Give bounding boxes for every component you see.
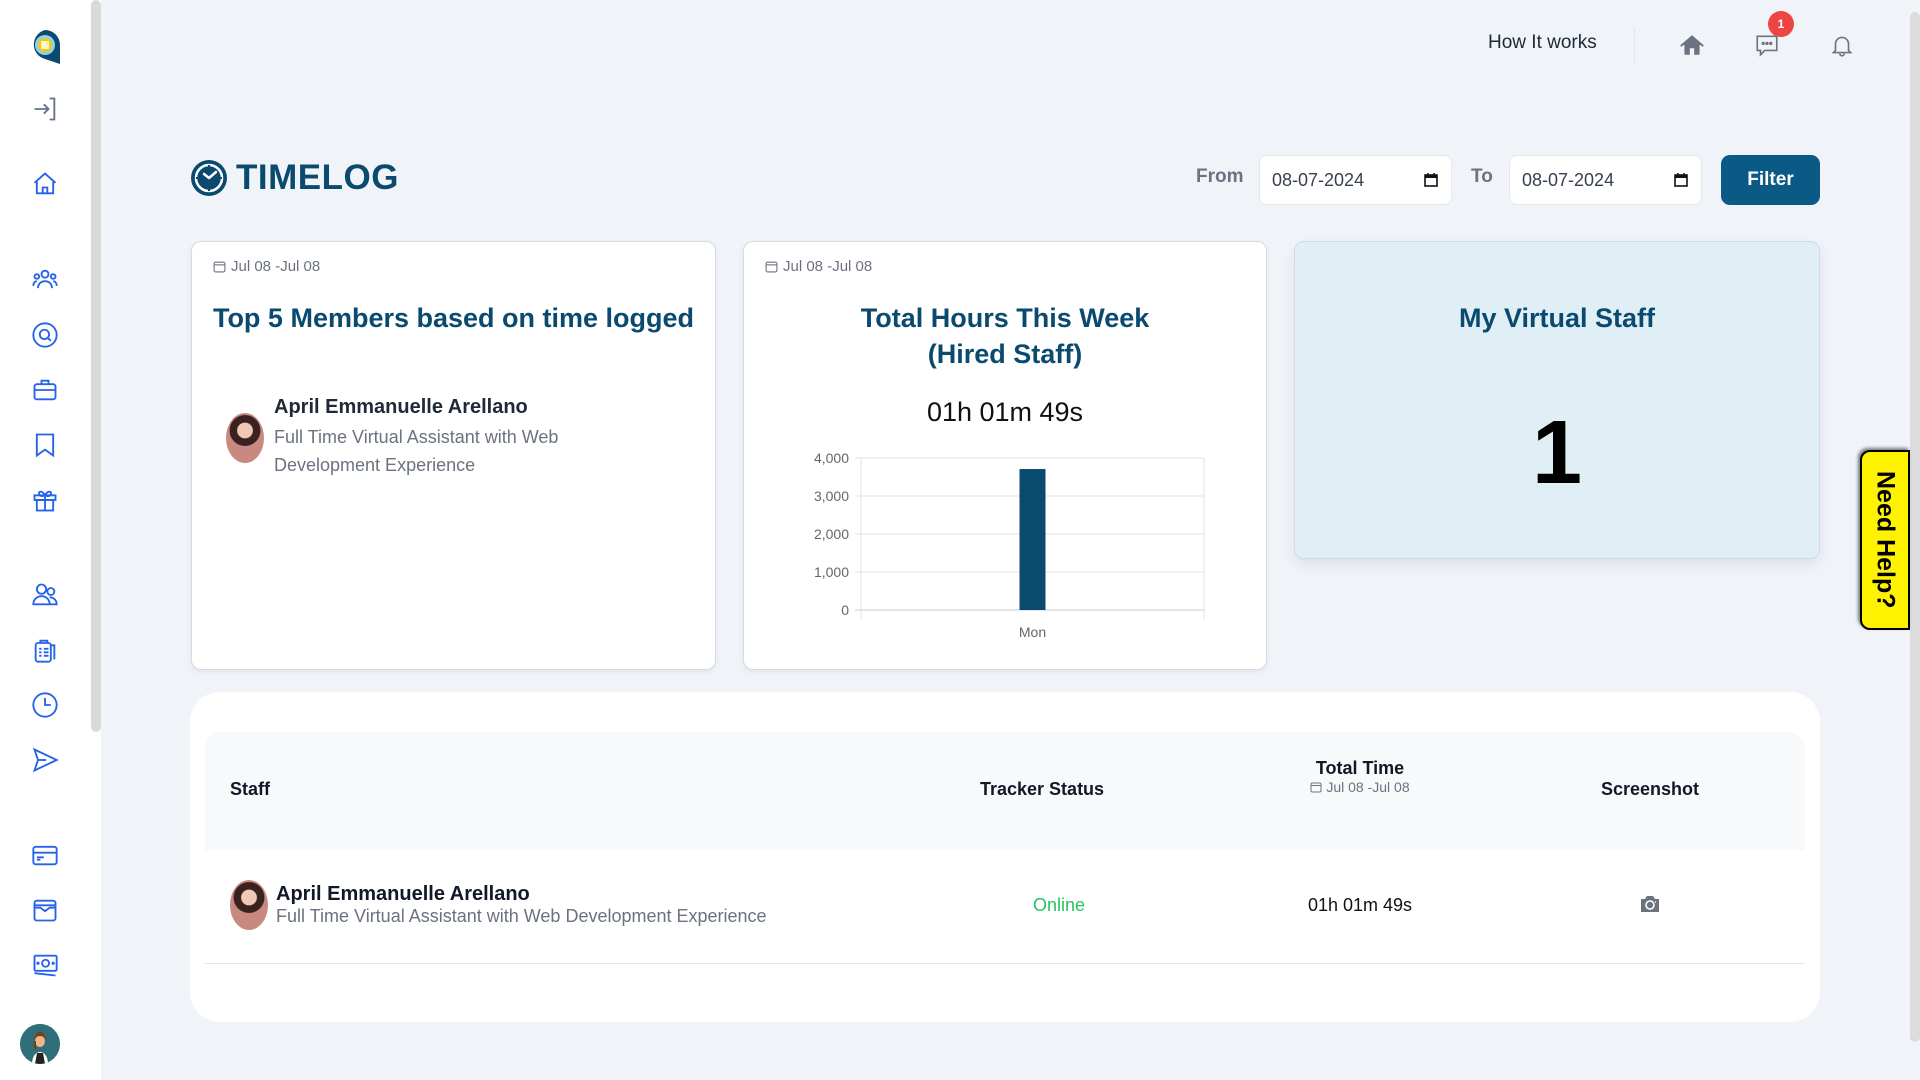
clipboard-icon[interactable] [28,633,62,667]
table-header: Staff Tracker Status Total Time Jul 08 -… [205,732,1805,850]
calendar-icon [765,261,778,273]
need-help-label: Need Help? [1871,471,1900,609]
total-hours-value: 01h 01m 49s [926,397,1084,427]
send-icon[interactable] [28,743,62,777]
team-icon[interactable] [28,263,62,297]
x-tick-label: Mon [1019,624,1046,640]
member-item[interactable]: April Emmanuelle Arellano Full Time Virt… [226,396,646,479]
message-badge: 1 [1768,11,1794,37]
member-role: Full Time Virtual Assistant with Web Dev… [274,427,559,475]
date-range-text: Jul 08 -Jul 08 [1326,779,1410,795]
sidebar [0,0,101,1080]
staff-role: Full Time Virtual Assistant with Web Dev… [276,906,767,926]
card-title-line1: Total Hours This Week [860,303,1150,333]
need-help-button[interactable]: Need Help? [1860,450,1910,630]
clock-icon [191,160,227,196]
money-icon[interactable] [28,948,62,982]
card-title: Total Hours This Week (Hired Staff) [764,300,1246,372]
header-total-time: Total Time Jul 08 -Jul 08 [1245,758,1475,795]
credit-card-icon[interactable] [28,838,62,872]
calendar-icon[interactable] [1673,172,1689,188]
bookmark-icon[interactable] [28,428,62,462]
to-date-input[interactable]: 08-07-2024 [1509,155,1702,205]
calendar-icon[interactable] [1423,172,1439,188]
clock-icon[interactable] [28,688,62,722]
card-title: Top 5 Members based on time logged [212,303,695,333]
virtual-staff-card[interactable]: My Virtual Staff 1 [1294,241,1820,559]
calendar-icon [1310,782,1322,793]
virtual-staff-count: 1 [1531,403,1583,503]
to-label: To [1471,166,1493,187]
camera-icon[interactable] [1638,892,1662,921]
home-icon[interactable] [1677,30,1707,60]
total-time: 01h 01m 49s [1307,895,1413,915]
gift-icon[interactable] [28,483,62,517]
wallet-icon[interactable] [28,893,62,927]
home-icon[interactable] [28,167,62,201]
staff-name: April Emmanuelle Arellano [276,883,530,905]
bell-icon[interactable] [1827,30,1857,60]
page-title: TIMELOG [190,158,399,198]
sidebar-scrollbar[interactable] [91,0,101,732]
from-label: From [1196,166,1244,187]
header-screenshot: Screenshot [1600,779,1700,799]
logo-icon[interactable] [28,30,62,64]
hours-bar-chart: 0 1,000 2,000 3,000 4,000 Mon [814,450,1205,640]
tracker-status: Online [1033,895,1086,915]
y-tick-label: 3,000 [814,488,849,504]
staff-cell: April Emmanuelle Arellano Full Time Virt… [230,880,767,930]
calendar-icon [213,261,226,273]
sign-in-icon[interactable] [28,92,62,126]
from-date-input[interactable]: 08-07-2024 [1259,155,1452,205]
timelog-table: Staff Tracker Status Total Time Jul 08 -… [190,692,1820,1022]
total-hours-card: Jul 08 -Jul 08 Total Hours This Week (Hi… [743,241,1267,670]
search-icon[interactable] [28,318,62,352]
card-date-range: Jul 08 -Jul 08 [765,258,872,275]
card-title-line2: (Hired Staff) [927,339,1083,369]
y-tick-label: 0 [841,602,849,618]
header-total-time-range: Jul 08 -Jul 08 [1245,779,1475,795]
header-tracker-status: Tracker Status [980,779,1105,799]
to-date-value: 08-07-2024 [1522,169,1615,190]
user-avatar[interactable] [20,1024,60,1064]
topbar-divider [1634,28,1635,62]
staff-avatar [230,880,268,930]
member-avatar [226,412,264,463]
y-tick-label: 4,000 [814,450,849,466]
card-date-range: Jul 08 -Jul 08 [213,258,320,275]
y-tick-label: 2,000 [814,526,849,542]
how-it-works-link[interactable]: How It works [1488,32,1597,54]
header-total-time-label: Total Time [1315,758,1405,778]
y-tick-label: 1,000 [814,564,849,580]
header-staff: Staff [230,779,270,799]
bar [1019,469,1046,610]
date-range-text: Jul 08 -Jul 08 [783,258,873,275]
card-title: My Virtual Staff [1458,303,1656,333]
main-scrollbar[interactable] [1910,12,1920,1042]
from-date-value: 08-07-2024 [1272,169,1365,190]
filter-button[interactable]: Filter [1721,155,1820,205]
table-row[interactable]: April Emmanuelle Arellano Full Time Virt… [205,850,1805,964]
briefcase-icon[interactable] [28,373,62,407]
users-icon[interactable] [28,578,62,612]
top-members-card: Jul 08 -Jul 08 Top 5 Members based on ti… [191,241,716,670]
date-range-text: Jul 08 -Jul 08 [231,258,321,275]
page-title-text: TIMELOG [236,158,399,197]
member-name: April Emmanuelle Arellano [274,396,528,418]
